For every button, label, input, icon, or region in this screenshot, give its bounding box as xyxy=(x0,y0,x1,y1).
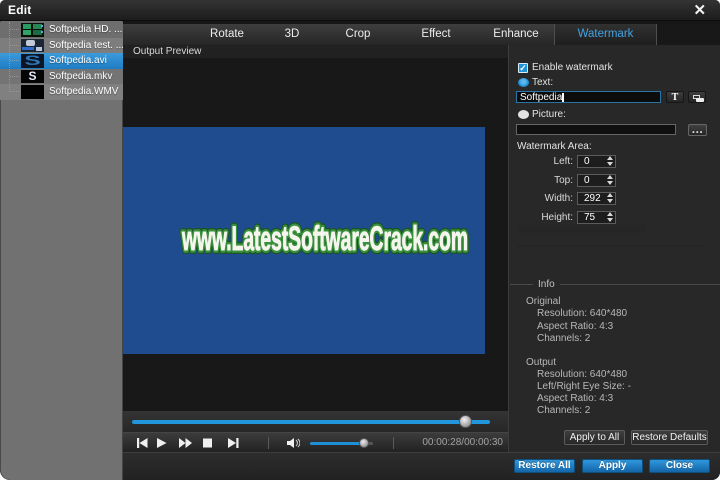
svg-text:www.LatestSoftwareCrack.com: www.LatestSoftwareCrack.com xyxy=(181,220,468,258)
